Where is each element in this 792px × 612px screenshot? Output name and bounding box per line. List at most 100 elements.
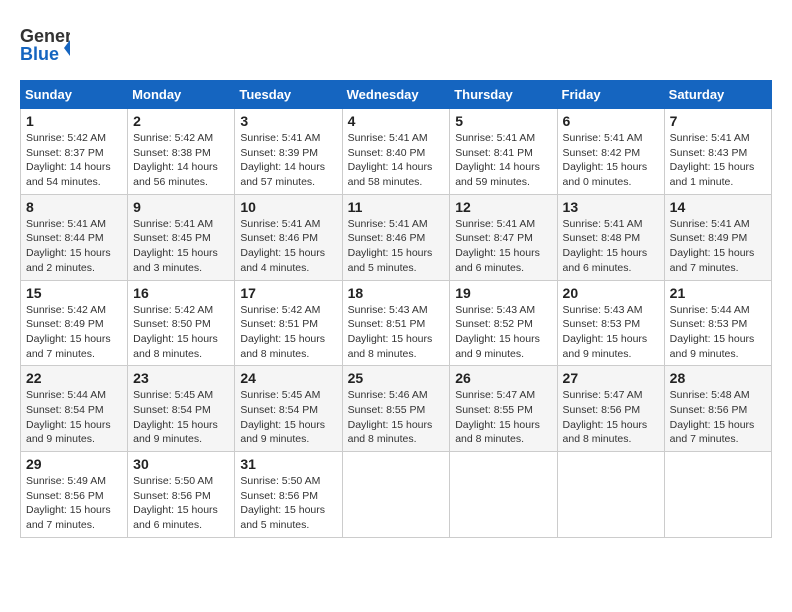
calendar-cell: 24 Sunrise: 5:45 AM Sunset: 8:54 PM Dayli… [235,366,342,452]
weekday-header-saturday: Saturday [664,81,771,109]
calendar-cell: 5 Sunrise: 5:41 AM Sunset: 8:41 PM Daylig… [450,109,557,195]
calendar-cell: 11 Sunrise: 5:41 AM Sunset: 8:46 PM Dayli… [342,194,450,280]
weekday-header-tuesday: Tuesday [235,81,342,109]
weekday-header-monday: Monday [128,81,235,109]
day-info: Sunrise: 5:47 AM Sunset: 8:55 PM Dayligh… [455,388,551,447]
day-number: 5 [455,113,551,129]
day-info: Sunrise: 5:49 AM Sunset: 8:56 PM Dayligh… [26,474,122,533]
day-info: Sunrise: 5:41 AM Sunset: 8:46 PM Dayligh… [348,217,445,276]
day-info: Sunrise: 5:42 AM Sunset: 8:37 PM Dayligh… [26,131,122,190]
calendar-cell: 29 Sunrise: 5:49 AM Sunset: 8:56 PM Dayli… [21,452,128,538]
calendar-cell: 20 Sunrise: 5:43 AM Sunset: 8:53 PM Dayli… [557,280,664,366]
day-info: Sunrise: 5:43 AM Sunset: 8:53 PM Dayligh… [563,303,659,362]
day-info: Sunrise: 5:43 AM Sunset: 8:51 PM Dayligh… [348,303,445,362]
day-number: 15 [26,285,122,301]
day-number: 13 [563,199,659,215]
day-number: 3 [240,113,336,129]
calendar-cell: 21 Sunrise: 5:44 AM Sunset: 8:53 PM Dayli… [664,280,771,366]
weekday-header-friday: Friday [557,81,664,109]
weekday-header-thursday: Thursday [450,81,557,109]
day-number: 29 [26,456,122,472]
week-row-2: 8 Sunrise: 5:41 AM Sunset: 8:44 PM Daylig… [21,194,772,280]
day-info: Sunrise: 5:41 AM Sunset: 8:39 PM Dayligh… [240,131,336,190]
day-number: 6 [563,113,659,129]
day-number: 24 [240,370,336,386]
calendar-cell: 3 Sunrise: 5:41 AM Sunset: 8:39 PM Daylig… [235,109,342,195]
day-number: 27 [563,370,659,386]
day-number: 25 [348,370,445,386]
svg-text:General: General [20,26,70,46]
calendar-cell: 22Sunrise: 5:44 AM Sunset: 8:54 PM Dayli… [21,366,128,452]
day-number: 31 [240,456,336,472]
day-info: Sunrise: 5:45 AM Sunset: 8:54 PM Dayligh… [133,388,229,447]
calendar-cell: 27 Sunrise: 5:47 AM Sunset: 8:56 PM Dayli… [557,366,664,452]
weekday-header-wednesday: Wednesday [342,81,450,109]
calendar-cell: 6Sunrise: 5:41 AM Sunset: 8:42 PM Daylig… [557,109,664,195]
calendar-cell: 30 Sunrise: 5:50 AM Sunset: 8:56 PM Dayli… [128,452,235,538]
day-number: 21 [670,285,766,301]
day-info: Sunrise: 5:41 AM Sunset: 8:45 PM Dayligh… [133,217,229,276]
calendar-cell: 1 Sunrise: 5:42 AM Sunset: 8:37 PM Daylig… [21,109,128,195]
calendar-cell: 23 Sunrise: 5:45 AM Sunset: 8:54 PM Dayli… [128,366,235,452]
calendar-cell [557,452,664,538]
day-info: Sunrise: 5:42 AM Sunset: 8:38 PM Dayligh… [133,131,229,190]
header: General Blue [20,20,772,70]
calendar-cell: 17Sunrise: 5:42 AM Sunset: 8:51 PM Dayli… [235,280,342,366]
day-info: Sunrise: 5:42 AM Sunset: 8:49 PM Dayligh… [26,303,122,362]
week-row-3: 15 Sunrise: 5:42 AM Sunset: 8:49 PM Dayli… [21,280,772,366]
day-info: Sunrise: 5:41 AM Sunset: 8:49 PM Dayligh… [670,217,766,276]
day-info: Sunrise: 5:41 AM Sunset: 8:47 PM Dayligh… [455,217,551,276]
calendar-cell: 15 Sunrise: 5:42 AM Sunset: 8:49 PM Dayli… [21,280,128,366]
day-number: 10 [240,199,336,215]
day-info: Sunrise: 5:46 AM Sunset: 8:55 PM Dayligh… [348,388,445,447]
week-row-4: 22Sunrise: 5:44 AM Sunset: 8:54 PM Dayli… [21,366,772,452]
day-info: Sunrise: 5:47 AM Sunset: 8:56 PM Dayligh… [563,388,659,447]
calendar-cell [450,452,557,538]
day-info: Sunrise: 5:41 AM Sunset: 8:48 PM Dayligh… [563,217,659,276]
calendar-cell: 12Sunrise: 5:41 AM Sunset: 8:47 PM Dayli… [450,194,557,280]
day-info: Sunrise: 5:50 AM Sunset: 8:56 PM Dayligh… [240,474,336,533]
day-info: Sunrise: 5:41 AM Sunset: 8:40 PM Dayligh… [348,131,445,190]
day-number: 1 [26,113,122,129]
weekday-header-row: SundayMondayTuesdayWednesdayThursdayFrid… [21,81,772,109]
day-number: 11 [348,199,445,215]
day-info: Sunrise: 5:50 AM Sunset: 8:56 PM Dayligh… [133,474,229,533]
day-number: 22 [26,370,122,386]
day-info: Sunrise: 5:42 AM Sunset: 8:50 PM Dayligh… [133,303,229,362]
day-number: 23 [133,370,229,386]
calendar-cell: 7Sunrise: 5:41 AM Sunset: 8:43 PM Daylig… [664,109,771,195]
day-info: Sunrise: 5:48 AM Sunset: 8:56 PM Dayligh… [670,388,766,447]
day-number: 30 [133,456,229,472]
calendar-cell: 16 Sunrise: 5:42 AM Sunset: 8:50 PM Dayli… [128,280,235,366]
day-info: Sunrise: 5:45 AM Sunset: 8:54 PM Dayligh… [240,388,336,447]
day-number: 20 [563,285,659,301]
day-number: 9 [133,199,229,215]
calendar-cell: 9 Sunrise: 5:41 AM Sunset: 8:45 PM Daylig… [128,194,235,280]
day-number: 26 [455,370,551,386]
day-info: Sunrise: 5:41 AM Sunset: 8:44 PM Dayligh… [26,217,122,276]
day-number: 28 [670,370,766,386]
logo-icon: General Blue [20,20,70,70]
calendar-cell: 28 Sunrise: 5:48 AM Sunset: 8:56 PM Dayli… [664,366,771,452]
calendar-cell: 13 Sunrise: 5:41 AM Sunset: 8:48 PM Dayli… [557,194,664,280]
calendar-cell: 18Sunrise: 5:43 AM Sunset: 8:51 PM Dayli… [342,280,450,366]
calendar-cell [664,452,771,538]
day-number: 8 [26,199,122,215]
day-number: 7 [670,113,766,129]
day-info: Sunrise: 5:42 AM Sunset: 8:51 PM Dayligh… [240,303,336,362]
calendar-cell: 26 Sunrise: 5:47 AM Sunset: 8:55 PM Dayli… [450,366,557,452]
weekday-header-sunday: Sunday [21,81,128,109]
day-info: Sunrise: 5:44 AM Sunset: 8:53 PM Dayligh… [670,303,766,362]
week-row-5: 29 Sunrise: 5:49 AM Sunset: 8:56 PM Dayli… [21,452,772,538]
day-number: 16 [133,285,229,301]
day-info: Sunrise: 5:41 AM Sunset: 8:41 PM Dayligh… [455,131,551,190]
week-row-1: 1 Sunrise: 5:42 AM Sunset: 8:37 PM Daylig… [21,109,772,195]
calendar-cell: 19 Sunrise: 5:43 AM Sunset: 8:52 PM Dayli… [450,280,557,366]
day-number: 2 [133,113,229,129]
day-info: Sunrise: 5:43 AM Sunset: 8:52 PM Dayligh… [455,303,551,362]
logo: General Blue [20,20,74,70]
day-number: 19 [455,285,551,301]
calendar-cell: 8 Sunrise: 5:41 AM Sunset: 8:44 PM Daylig… [21,194,128,280]
calendar-cell: 4Sunrise: 5:41 AM Sunset: 8:40 PM Daylig… [342,109,450,195]
day-number: 14 [670,199,766,215]
